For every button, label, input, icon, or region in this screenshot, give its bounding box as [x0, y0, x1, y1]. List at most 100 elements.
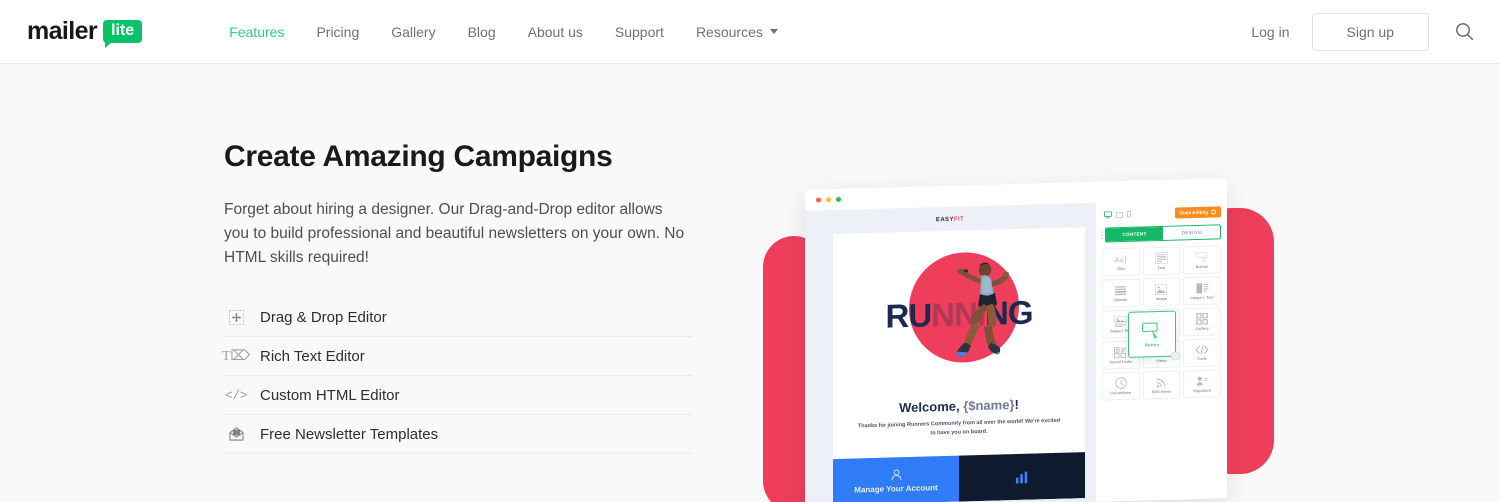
block-label: Video: [1156, 358, 1167, 364]
window-close-dot[interactable]: [816, 197, 821, 203]
email-hero-block[interactable]: RUNNING: [833, 227, 1085, 394]
nav-item-features[interactable]: Features: [213, 24, 300, 40]
block-text[interactable]: Text: [1142, 246, 1181, 276]
done-editing-label: Done Editing: [1179, 209, 1208, 216]
feature-item-rich-text-editor[interactable]: T⌦ Rich Text Editor: [221, 337, 692, 376]
nav-item-blog[interactable]: Blog: [452, 24, 512, 40]
title-aa-icon: Aa: [1115, 255, 1126, 264]
email-brand-part1: EASY: [935, 216, 954, 224]
rss-icon: [1156, 378, 1166, 388]
tab-content[interactable]: CONTENT: [1106, 226, 1163, 242]
social-links-icon: [1114, 346, 1127, 358]
button-icon: [1142, 321, 1158, 339]
editor-window: EASYFIT RUNNING Welcome, {$name}! Thanks…: [805, 178, 1227, 502]
code-brackets-icon: </>: [224, 388, 248, 403]
person-icon: [891, 468, 901, 480]
block-image[interactable]: Image: [1142, 277, 1181, 307]
nav-item-about-us[interactable]: About us: [512, 24, 599, 40]
block-title[interactable]: Aa Title: [1102, 247, 1140, 277]
block-label: Title: [1116, 266, 1125, 271]
hero-copy: Create Amazing Campaigns Forget about hi…: [221, 140, 704, 454]
block-divider[interactable]: Divider: [1102, 278, 1140, 308]
nav-item-pricing[interactable]: Pricing: [300, 24, 375, 40]
nav-item-gallery[interactable]: Gallery: [375, 24, 451, 40]
email-cta-row: Manage Your Account: [833, 452, 1085, 502]
nav-item-resources-label: Resources: [695, 23, 763, 40]
email-canvas: EASYFIT RUNNING Welcome, {$name}! Thanks…: [805, 203, 1095, 502]
hero-description: Forget about hiring a designer. Our Drag…: [224, 201, 685, 266]
cta-manage-account[interactable]: Manage Your Account: [833, 455, 959, 502]
block-countdown[interactable]: Countdown: [1102, 371, 1140, 401]
email-welcome-heading[interactable]: Welcome, {$name}!: [833, 395, 1085, 417]
block-label: Code: [1197, 356, 1207, 361]
block-label: Button: [1195, 264, 1209, 269]
window-maximize-dot[interactable]: [836, 196, 841, 203]
desktop-icon[interactable]: [1104, 211, 1112, 219]
block-code[interactable]: Code: [1183, 338, 1221, 368]
block-signature[interactable]: Signature: [1183, 369, 1221, 399]
cta-manage-account-label: Manage Your Account: [854, 482, 938, 495]
code-brackets-glyph: </>: [225, 387, 247, 403]
feature-item-drag-drop-editor[interactable]: Drag & Drop Editor: [224, 298, 692, 337]
nav-item-resources[interactable]: Resources: [680, 24, 794, 40]
text-cursor-glyph: T⌦: [221, 348, 251, 364]
divider-icon: [1115, 285, 1127, 295]
mobile-icon[interactable]: [1127, 211, 1131, 218]
block-label: Image + Text: [1190, 294, 1214, 300]
cta-stats[interactable]: [959, 452, 1085, 502]
svg-text:Aa: Aa: [1115, 257, 1124, 264]
block-label: Gallery: [1195, 326, 1209, 331]
image-icon: [1155, 283, 1168, 295]
header-actions: Log in Sign up: [1229, 12, 1474, 51]
text-lines-icon: [1155, 251, 1168, 265]
done-editing-button[interactable]: Done Editing: [1174, 206, 1221, 219]
feature-item-free-newsletter-templates[interactable]: Free Newsletter Templates: [224, 415, 692, 454]
block-label: Social Links: [1109, 359, 1133, 364]
welcome-suffix: !: [1014, 396, 1019, 413]
welcome-placeholder: {$name}: [963, 397, 1015, 414]
block-gallery[interactable]: Gallery: [1183, 307, 1221, 337]
block-label: Image: [1155, 296, 1168, 301]
block-label: Text: [1157, 265, 1166, 271]
block-label: Divider: [1114, 297, 1128, 302]
button-icon: [1195, 251, 1207, 263]
signature-icon: [1196, 376, 1209, 386]
image-text-icon: [1196, 282, 1209, 294]
dragged-button-block[interactable]: Button: [1128, 310, 1180, 361]
device-preview-icons: [1104, 211, 1131, 219]
main-nav: Features Pricing Gallery Blog About us S…: [213, 24, 794, 40]
site-header: mailer lite Features Pricing Gallery Blo…: [0, 0, 1500, 64]
gallery-grid-icon: [1196, 312, 1208, 325]
block-label: Countdown: [1110, 390, 1132, 396]
page-title: Create Amazing Campaigns: [224, 140, 613, 173]
runner-photo: [956, 262, 1009, 357]
block-image-text[interactable]: Image + Text: [1183, 276, 1221, 306]
code-icon: [1195, 345, 1209, 355]
block-rss-items[interactable]: RSS Items: [1142, 370, 1181, 400]
tab-design[interactable]: DESIGN: [1163, 225, 1220, 240]
check-circle-icon: [1211, 209, 1216, 215]
feature-item-label: Custom HTML Editor: [260, 386, 400, 404]
login-link[interactable]: Log in: [1229, 24, 1311, 40]
email-welcome-subtext: Thanks for joining Runners Community fro…: [857, 417, 1061, 437]
block-button[interactable]: Button: [1183, 245, 1221, 275]
text-cursor-icon: T⌦: [221, 348, 251, 365]
bar-chart-icon: [1015, 471, 1028, 484]
search-icon[interactable]: [1455, 22, 1474, 41]
feature-item-custom-html-editor[interactable]: </> Custom HTML Editor: [224, 376, 692, 415]
tablet-icon[interactable]: [1116, 211, 1123, 218]
window-minimize-dot[interactable]: [826, 197, 831, 203]
email-brand-part2: FIT: [953, 216, 965, 223]
mailerlite-logo[interactable]: mailer lite: [27, 19, 143, 48]
chevron-down-icon: [769, 29, 778, 34]
clock-icon: [1115, 377, 1127, 389]
signup-button[interactable]: Sign up: [1311, 12, 1429, 51]
open-envelope-icon: [224, 427, 248, 441]
nav-item-support[interactable]: Support: [599, 24, 680, 40]
feature-item-label: Free Newsletter Templates: [260, 425, 439, 443]
product-mockup: EASYFIT RUNNING Welcome, {$name}! Thanks…: [755, 174, 1295, 502]
image-over-text-icon: [1114, 315, 1128, 327]
feature-item-label: Rich Text Editor: [260, 347, 365, 365]
email-content-card: RUNNING Welcome, {$name}! Thanks for joi…: [833, 227, 1085, 502]
hero-section: Create Amazing Campaigns Forget about hi…: [0, 64, 1500, 502]
